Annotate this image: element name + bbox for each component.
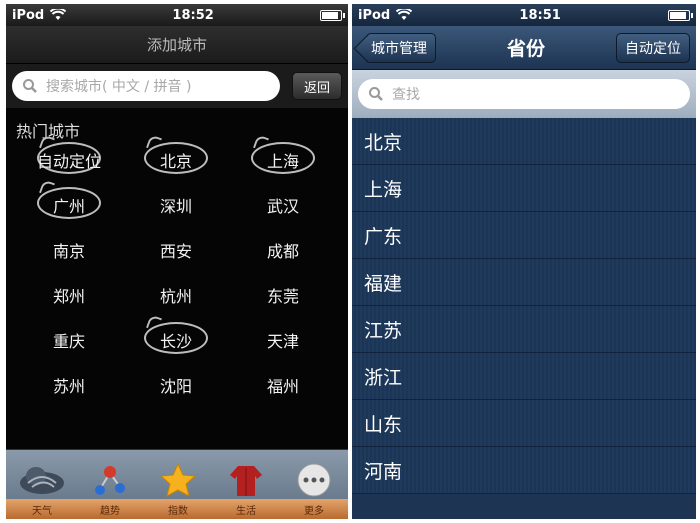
- carrier-label: iPod: [12, 7, 45, 23]
- tab-trend[interactable]: 趋势: [76, 449, 144, 519]
- hot-city-item[interactable]: 上海: [233, 142, 333, 174]
- search-row: 搜索城市( 中文 / 拼音 ) 返回: [6, 64, 348, 108]
- province-row[interactable]: 江苏: [352, 306, 696, 353]
- hot-city-item[interactable]: 苏州: [19, 373, 119, 397]
- hot-city-item[interactable]: 杭州: [126, 283, 226, 307]
- tab-label: 天气: [32, 506, 52, 517]
- hot-city-item[interactable]: 沈阳: [126, 373, 226, 397]
- wifi-icon: [50, 9, 67, 20]
- province-row[interactable]: 福建: [352, 259, 696, 306]
- search-icon: [369, 87, 383, 101]
- province-search-input[interactable]: 查找: [358, 79, 690, 109]
- city-label: 沈阳: [159, 377, 192, 396]
- hot-city-item[interactable]: 成都: [233, 238, 333, 262]
- auto-locate-button[interactable]: 自动定位: [615, 32, 690, 63]
- tab-label: 指数: [168, 506, 188, 517]
- hot-city-item[interactable]: 自动定位: [19, 142, 119, 174]
- status-bar: iPod 18:51: [352, 4, 696, 26]
- tab-label: 生活: [236, 506, 256, 517]
- province-row[interactable]: 山东: [352, 400, 696, 447]
- tab-label: 更多: [304, 506, 324, 517]
- hot-city-item[interactable]: 重庆: [19, 328, 119, 352]
- status-time: 18:52: [172, 7, 214, 23]
- more-icon: [297, 463, 331, 497]
- hot-city-item[interactable]: 长沙: [126, 322, 226, 354]
- city-label: 杭州: [159, 287, 192, 306]
- city-label: 武汉: [266, 197, 299, 216]
- tab-weather[interactable]: 天气: [8, 449, 76, 519]
- city-label: 郑州: [52, 287, 85, 306]
- province-row[interactable]: 河南: [352, 447, 696, 494]
- wifi-icon: [396, 9, 413, 20]
- hot-city-item[interactable]: 郑州: [19, 283, 119, 307]
- city-label: 成都: [266, 242, 299, 261]
- hot-city-item[interactable]: 东莞: [233, 283, 333, 307]
- search-placeholder: 搜索城市( 中文 / 拼音 ): [46, 79, 192, 95]
- right-screen: iPod 18:51 城市管理 省份 自动定位 查找 北京 上海 广东 福建 江苏 浙江山…: [352, 4, 696, 519]
- province-row[interactable]: 广东: [352, 212, 696, 259]
- hot-city-item[interactable]: 武汉: [233, 193, 333, 217]
- shirt-icon: [230, 466, 262, 496]
- molecule-icon: [95, 466, 125, 495]
- city-manage-button[interactable]: 城市管理: [366, 32, 436, 63]
- hot-city-item[interactable]: 福州: [233, 373, 333, 397]
- hot-city-grid: 自动定位 北京 上海广州 深圳 武汉南京 西安 成都郑州 杭州 东莞重庆 长沙 天津苏州 沈阳 福州: [6, 142, 348, 435]
- tab-index[interactable]: 指数: [144, 449, 212, 519]
- hot-city-item[interactable]: 北京: [126, 142, 226, 174]
- carrier-label: iPod: [358, 7, 391, 23]
- hot-city-item[interactable]: 广州: [19, 187, 119, 219]
- city-label: 西安: [159, 242, 192, 261]
- page-title: 省份: [506, 38, 545, 60]
- city-label: 长沙: [159, 332, 192, 351]
- city-label: 上海: [266, 152, 299, 171]
- hot-city-item[interactable]: 天津: [233, 328, 333, 352]
- search-icon: [23, 79, 37, 93]
- province-row[interactable]: 浙江: [352, 353, 696, 400]
- status-time: 18:51: [519, 7, 561, 23]
- city-label: 北京: [159, 152, 192, 171]
- tab-label: 趋势: [100, 506, 120, 517]
- cloud-icon: [20, 467, 64, 494]
- city-search-input[interactable]: 搜索城市( 中文 / 拼音 ): [12, 71, 280, 101]
- tab-bar: 天气 趋势 指数 生活 更多: [6, 449, 348, 519]
- province-row[interactable]: 北京: [352, 118, 696, 165]
- city-label: 福州: [266, 377, 299, 396]
- back-button[interactable]: 返回: [292, 72, 342, 100]
- city-label: 自动定位: [36, 152, 101, 171]
- tab-life[interactable]: 生活: [212, 449, 280, 519]
- city-label: 天津: [266, 332, 299, 351]
- battery-icon: [668, 9, 693, 21]
- province-row[interactable]: 上海: [352, 165, 696, 212]
- city-label: 南京: [52, 242, 85, 261]
- hot-city-item[interactable]: 南京: [19, 238, 119, 262]
- nav-bar: 添加城市: [6, 26, 348, 64]
- search-row: 查找: [352, 70, 696, 118]
- section-title: 热门城市: [16, 122, 81, 141]
- city-label: 深圳: [159, 197, 192, 216]
- city-label: 广州: [52, 197, 85, 216]
- city-label: 东莞: [266, 287, 299, 306]
- city-label: 重庆: [52, 332, 85, 351]
- nav-bar: 城市管理 省份 自动定位: [352, 26, 696, 70]
- hot-city-item[interactable]: 西安: [126, 238, 226, 262]
- status-bar: iPod 18:52: [6, 4, 348, 26]
- back-label: 城市管理: [371, 40, 427, 57]
- star-icon: [160, 463, 196, 497]
- tab-more[interactable]: 更多: [280, 449, 348, 519]
- left-screen: iPod 18:52 添加城市 搜索城市( 中文 / 拼音 ) 返回 热门城市 …: [6, 4, 348, 519]
- search-placeholder: 查找: [392, 87, 420, 103]
- battery-icon: [320, 9, 345, 21]
- page-title: 添加城市: [146, 36, 207, 54]
- hot-city-item[interactable]: 深圳: [126, 193, 226, 217]
- city-label: 苏州: [52, 377, 85, 396]
- province-list: 北京 上海 广东 福建 江苏 浙江 山东 河南: [352, 118, 696, 494]
